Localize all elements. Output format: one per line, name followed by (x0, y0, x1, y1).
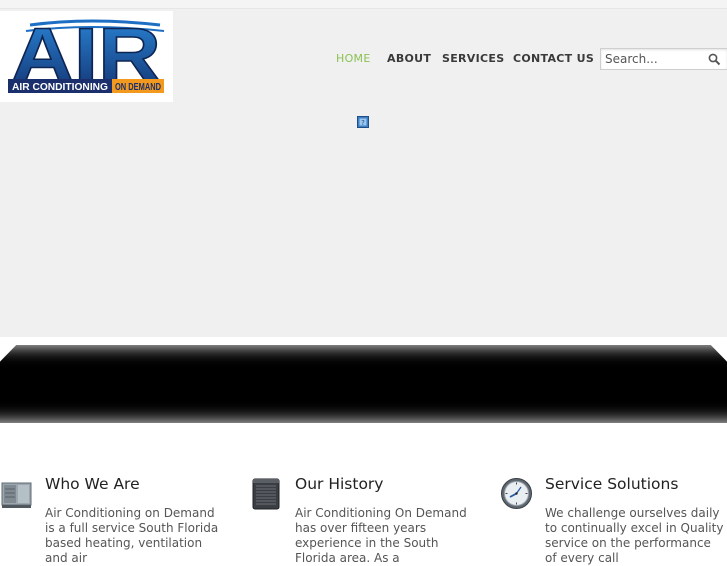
search-box (600, 48, 727, 70)
search-icon[interactable] (708, 53, 721, 66)
nav-home[interactable]: HOME (336, 52, 371, 65)
hero-slider (0, 101, 727, 337)
clock-icon (501, 478, 532, 509)
slider-shadow (0, 337, 727, 433)
logo-line-left: AIR CONDITIONING (12, 82, 108, 93)
logo-line-right: ON DEMAND (115, 82, 161, 93)
nav-services[interactable]: SERVICES (442, 52, 504, 65)
feature-title: Service Solutions (545, 475, 679, 493)
feature-title: Who We Are (45, 475, 140, 493)
feature-title: Our History (295, 475, 384, 493)
nav-contact-us[interactable]: CONTACT US (513, 52, 594, 65)
feature-text: Air Conditioning On Demand has over fift… (295, 506, 467, 565)
top-strip (0, 0, 727, 9)
feature-text: We challenge ourselves daily to continua… (545, 506, 724, 565)
air-handler-unit-icon (1, 482, 32, 508)
nav-about[interactable]: ABOUT (387, 52, 431, 65)
feature-text: Air Conditioning on Demand is a full ser… (45, 506, 219, 565)
search-input[interactable] (605, 51, 705, 67)
condenser-unit-icon (252, 478, 280, 510)
site-logo[interactable]: AIR AIR CONDITIONING ON DEMAND (0, 11, 173, 102)
video-play-icon[interactable]: ? (357, 116, 369, 128)
svg-text:?: ? (361, 119, 365, 127)
